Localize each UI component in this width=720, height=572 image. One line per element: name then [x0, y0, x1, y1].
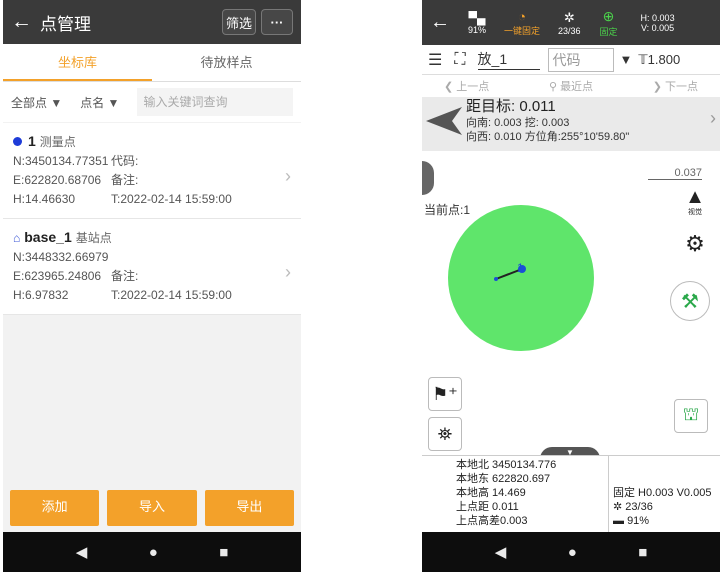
point-type-dropdown[interactable]: 全部点 ▼	[11, 94, 62, 111]
map-pin-icon: ⛯	[437, 423, 453, 444]
add-flag-button[interactable]: ⚑⁺	[428, 377, 462, 411]
timestamp: T:2022-02-14 15:59:00	[111, 192, 232, 206]
search-input[interactable]: 输入关键词查询	[137, 88, 293, 116]
west-azimuth-readout: 向西: 0.010 方位角:255°10'59.80"	[466, 131, 630, 143]
app-header: ← 点管理 筛选 ···	[3, 0, 301, 44]
home-nav-icon[interactable]: ●	[568, 544, 577, 561]
nearest-point-button[interactable]: ⚲ 最近点	[549, 78, 593, 94]
action-bar: 添加 导入 导出	[3, 490, 301, 526]
battery-status: ▀▄ 91%	[468, 10, 487, 35]
map-locate-button[interactable]: ⛯	[428, 417, 462, 451]
northing: N:3448332.66979	[13, 250, 109, 264]
code-input[interactable]: 代码	[547, 47, 614, 72]
more-button[interactable]: ···	[261, 9, 293, 35]
survey-icon: ⛫	[682, 404, 700, 424]
chevron-right-icon[interactable]: ›	[710, 109, 716, 127]
settings-button[interactable]: ⚙	[678, 227, 712, 261]
direction-arrow-icon	[426, 107, 462, 135]
signal-icon: ◔	[518, 8, 526, 24]
battery-icon: ▬	[613, 515, 628, 527]
android-nav-bar: ◀ ● ■	[3, 532, 301, 572]
survey-button[interactable]: ⛫	[674, 399, 708, 433]
northing: N:3450134.77351	[13, 154, 109, 168]
point-item[interactable]: ⌂ base_1 基站点 N:3448332.66979 E:623965.2480…	[3, 219, 301, 315]
fix-status[interactable]: ⊕ 固定	[589, 8, 629, 38]
point-manager-screen: ← 点管理 筛选 ··· 坐标库 待放样点 全部点 ▼ 点名 ▼ 输入关键词查询…	[3, 0, 301, 572]
prev-point-button[interactable]: ❮ 上一点	[444, 78, 489, 94]
note-label: 备注:	[111, 269, 139, 283]
filter-button[interactable]: 筛选	[222, 9, 256, 35]
satellite-status[interactable]: ✲ 23/36	[558, 10, 581, 36]
back-arrow-icon[interactable]: ←	[11, 10, 32, 34]
vision-button[interactable]: ▲ 视觉	[678, 185, 712, 219]
android-nav-bar: ◀ ● ■	[422, 532, 720, 572]
recents-nav-icon[interactable]: ■	[638, 544, 647, 561]
crosshair-icon: ⊕	[602, 7, 615, 24]
filter-bar: 全部点 ▼ 点名 ▼ 输入关键词查询	[3, 82, 301, 122]
tab-stakeout-points[interactable]: 待放样点	[152, 44, 301, 81]
point-type: 测量点	[39, 135, 76, 149]
satellite-icon: ✲	[613, 501, 626, 513]
fix-summary: 固定 H0.003 V0.005 ✲ 23/36 ▬ 91%	[608, 456, 711, 533]
height: H:14.46630	[13, 192, 76, 206]
target-circle	[448, 205, 594, 351]
point-type: 基站点	[75, 231, 112, 245]
list-icon[interactable]: ☰	[428, 50, 442, 70]
home-nav-icon[interactable]: ●	[149, 544, 158, 561]
scale-label: 0.037	[648, 167, 702, 180]
point-name-field[interactable]: 放_1	[477, 49, 540, 70]
back-arrow-icon[interactable]: ←	[430, 11, 450, 34]
chevron-right-icon: ›	[285, 166, 291, 186]
point-name: base_1	[24, 229, 72, 245]
code-dropdown-icon[interactable]: ▼	[620, 52, 633, 67]
point-item[interactable]: 1 测量点 N:3450134.77351 代码: E:622820.68706 备注…	[3, 123, 301, 219]
stakeout-screen: ← ▀▄ 91% ◔ 一键固定 ✲ 23/36 ⊕ 固定 H: 0.003 V: 0.00…	[422, 0, 720, 572]
target-marker-label: 1	[517, 261, 524, 275]
precision-readout: H: 0.003 V: 0.005	[640, 12, 675, 33]
page-title: 点管理	[40, 14, 91, 34]
height: H:6.97832	[13, 288, 69, 302]
next-point-button[interactable]: ❯ 下一点	[653, 78, 698, 94]
toolbar: ☰ ⛶ 放_1 代码 ▼ 𝕋1.800	[422, 45, 720, 75]
south-cut-readout: 向南: 0.003 挖: 0.003	[466, 117, 570, 129]
recents-nav-icon[interactable]: ■	[219, 544, 228, 561]
info-panel: 本地北 3450134.776 本地东 622820.697 本地高 14.469 上…	[422, 455, 720, 533]
side-drawer-handle[interactable]	[422, 161, 434, 195]
pickaxe-icon: ⚒	[681, 290, 699, 313]
export-button[interactable]: 导出	[204, 490, 294, 526]
base-station-icon: ⌂	[13, 231, 21, 245]
fullscreen-icon[interactable]: ⛶	[454, 51, 465, 69]
stake-tool-button[interactable]: ⚒	[670, 281, 710, 321]
target-info: 距目标: 0.011 向南: 0.003 挖: 0.003 向西: 0.010 …	[422, 97, 720, 151]
point-name: 1	[28, 133, 36, 149]
point-dot-icon	[13, 137, 22, 146]
flag-plus-icon: ⚑⁺	[432, 383, 458, 404]
search-field-dropdown[interactable]: 点名 ▼	[80, 94, 119, 111]
receiver-icon: ▀▄	[468, 10, 486, 25]
back-nav-icon[interactable]: ◀	[495, 543, 507, 561]
gear-icon: ⚙	[685, 231, 705, 256]
tab-bar: 坐标库 待放样点	[3, 44, 301, 82]
add-button[interactable]: 添加	[10, 490, 100, 526]
pole-icon: 𝕋	[638, 51, 648, 67]
code-label: 代码:	[111, 154, 139, 168]
easting: E:622820.68706	[13, 173, 102, 187]
satellite-icon: ✲	[563, 9, 575, 25]
import-button[interactable]: 导入	[107, 490, 197, 526]
pole-height[interactable]: 𝕋1.800	[638, 52, 680, 68]
local-coords: 本地北 3450134.776 本地东 622820.697 本地高 14.469 上…	[456, 459, 557, 527]
timestamp: T:2022-02-14 15:59:00	[111, 288, 232, 302]
tab-coordinate-library[interactable]: 坐标库	[3, 44, 152, 81]
easting: E:623965.24806	[13, 269, 102, 283]
onekey-fix-button[interactable]: ◔ 一键固定	[494, 9, 550, 37]
note-label: 备注:	[111, 173, 139, 187]
status-bar: ← ▀▄ 91% ◔ 一键固定 ✲ 23/36 ⊕ 固定 H: 0.003 V: 0.00…	[422, 0, 720, 45]
distance-to-target: 距目标: 0.011	[466, 98, 556, 115]
point-nav: ❮ 上一点 ⚲ 最近点 ❯ 下一点	[422, 75, 720, 97]
chevron-right-icon: ›	[285, 262, 291, 282]
stakeout-map[interactable]: 0.037 当前点:1 1 ▲ 视觉 ⚙ ⚒ ⚑⁺ ⛯ ⛫ ▼	[422, 161, 720, 459]
navigation-icon: ▲	[685, 186, 705, 208]
pin-icon: ⚲	[548, 81, 557, 93]
back-nav-icon[interactable]: ◀	[76, 543, 88, 561]
